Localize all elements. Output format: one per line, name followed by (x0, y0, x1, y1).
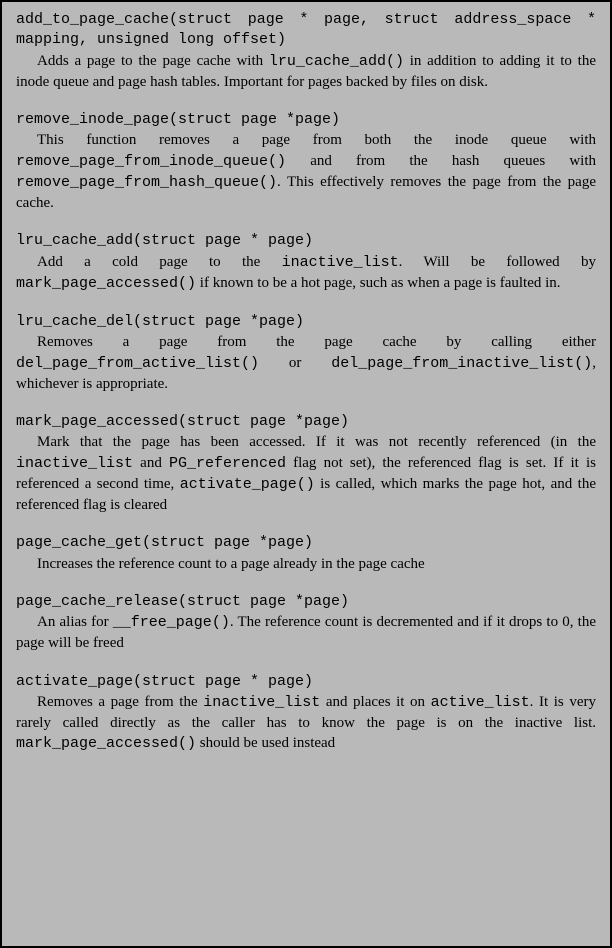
function-entry: mark_page_accessed(struct page *page) Ma… (16, 412, 596, 515)
inline-code: mark_page_accessed() (16, 735, 196, 752)
desc-text: Increases the reference count to a page … (37, 556, 425, 572)
desc-text: . Will be followed by (399, 254, 596, 270)
function-entry: page_cache_get(struct page *page) Increa… (16, 533, 596, 574)
desc-text: and (133, 455, 169, 471)
desc-text: Removes a page from the page cache by ca… (37, 334, 596, 350)
inline-code: activate_page() (180, 476, 315, 493)
desc-text: Adds a page to the page cache with (37, 53, 269, 69)
sig-line-2: mapping, unsigned long offset) (16, 30, 596, 50)
desc-text: and places it on (320, 694, 430, 710)
sig-line-1: add_to_page_cache(struct page * page, st… (16, 11, 596, 28)
function-description: Add a cold page to the inactive_list. Wi… (16, 252, 596, 295)
function-description: This function removes a page from both t… (16, 130, 596, 213)
inline-code: inactive_list (203, 694, 320, 711)
inline-code: lru_cache_add() (269, 53, 404, 70)
function-signature: page_cache_release(struct page *page) (16, 592, 596, 612)
function-signature: page_cache_get(struct page *page) (16, 533, 596, 553)
inline-code: __free_page() (113, 614, 230, 631)
inline-code: PG_referenced (169, 455, 286, 472)
inline-code: inactive_list (16, 455, 133, 472)
inline-code: remove_page_from_hash_queue() (16, 174, 277, 191)
desc-text: or (259, 355, 331, 371)
function-description: An alias for __free_page(). The referenc… (16, 612, 596, 654)
desc-text: An alias for (37, 614, 113, 630)
inline-code: remove_page_from_inode_queue() (16, 153, 286, 170)
function-signature: lru_cache_add(struct page * page) (16, 231, 596, 251)
function-description: Adds a page to the page cache with lru_c… (16, 51, 596, 93)
function-signature: activate_page(struct page * page) (16, 672, 596, 692)
desc-text: Mark that the page has been accessed. If… (37, 434, 596, 450)
function-signature: remove_inode_page(struct page *page) (16, 110, 596, 130)
function-entry: page_cache_release(struct page *page) An… (16, 592, 596, 654)
function-entry: lru_cache_del(struct page *page) Removes… (16, 312, 596, 394)
desc-text: should be used instead (196, 735, 335, 751)
function-entry: add_to_page_cache(struct page * page, st… (16, 10, 596, 92)
inline-code: del_page_from_active_list() (16, 355, 259, 372)
function-entry: lru_cache_add(struct page * page) Add a … (16, 231, 596, 294)
desc-text: and from the hash queues with (286, 153, 596, 169)
function-signature: mark_page_accessed(struct page *page) (16, 412, 596, 432)
desc-text: if known to be a hot page, such as when … (196, 275, 560, 291)
function-entry: activate_page(struct page * page) Remove… (16, 672, 596, 755)
function-description: Increases the reference count to a page … (16, 554, 596, 574)
function-signature: add_to_page_cache(struct page * page, st… (16, 10, 596, 51)
function-description: Removes a page from the inactive_list an… (16, 692, 596, 755)
function-entry: remove_inode_page(struct page *page) Thi… (16, 110, 596, 213)
desc-text: This function removes a page from both t… (37, 132, 596, 148)
function-description: Removes a page from the page cache by ca… (16, 332, 596, 394)
inline-code: del_page_from_inactive_list() (331, 355, 592, 372)
inline-code: inactive_list (282, 254, 399, 271)
function-signature: lru_cache_del(struct page *page) (16, 312, 596, 332)
desc-text: Removes a page from the (37, 694, 203, 710)
desc-text: Add a cold page to the (37, 254, 282, 270)
inline-code: mark_page_accessed() (16, 275, 196, 292)
inline-code: active_list (431, 694, 530, 711)
function-description: Mark that the page has been accessed. If… (16, 432, 596, 515)
doc-page: add_to_page_cache(struct page * page, st… (0, 0, 612, 948)
